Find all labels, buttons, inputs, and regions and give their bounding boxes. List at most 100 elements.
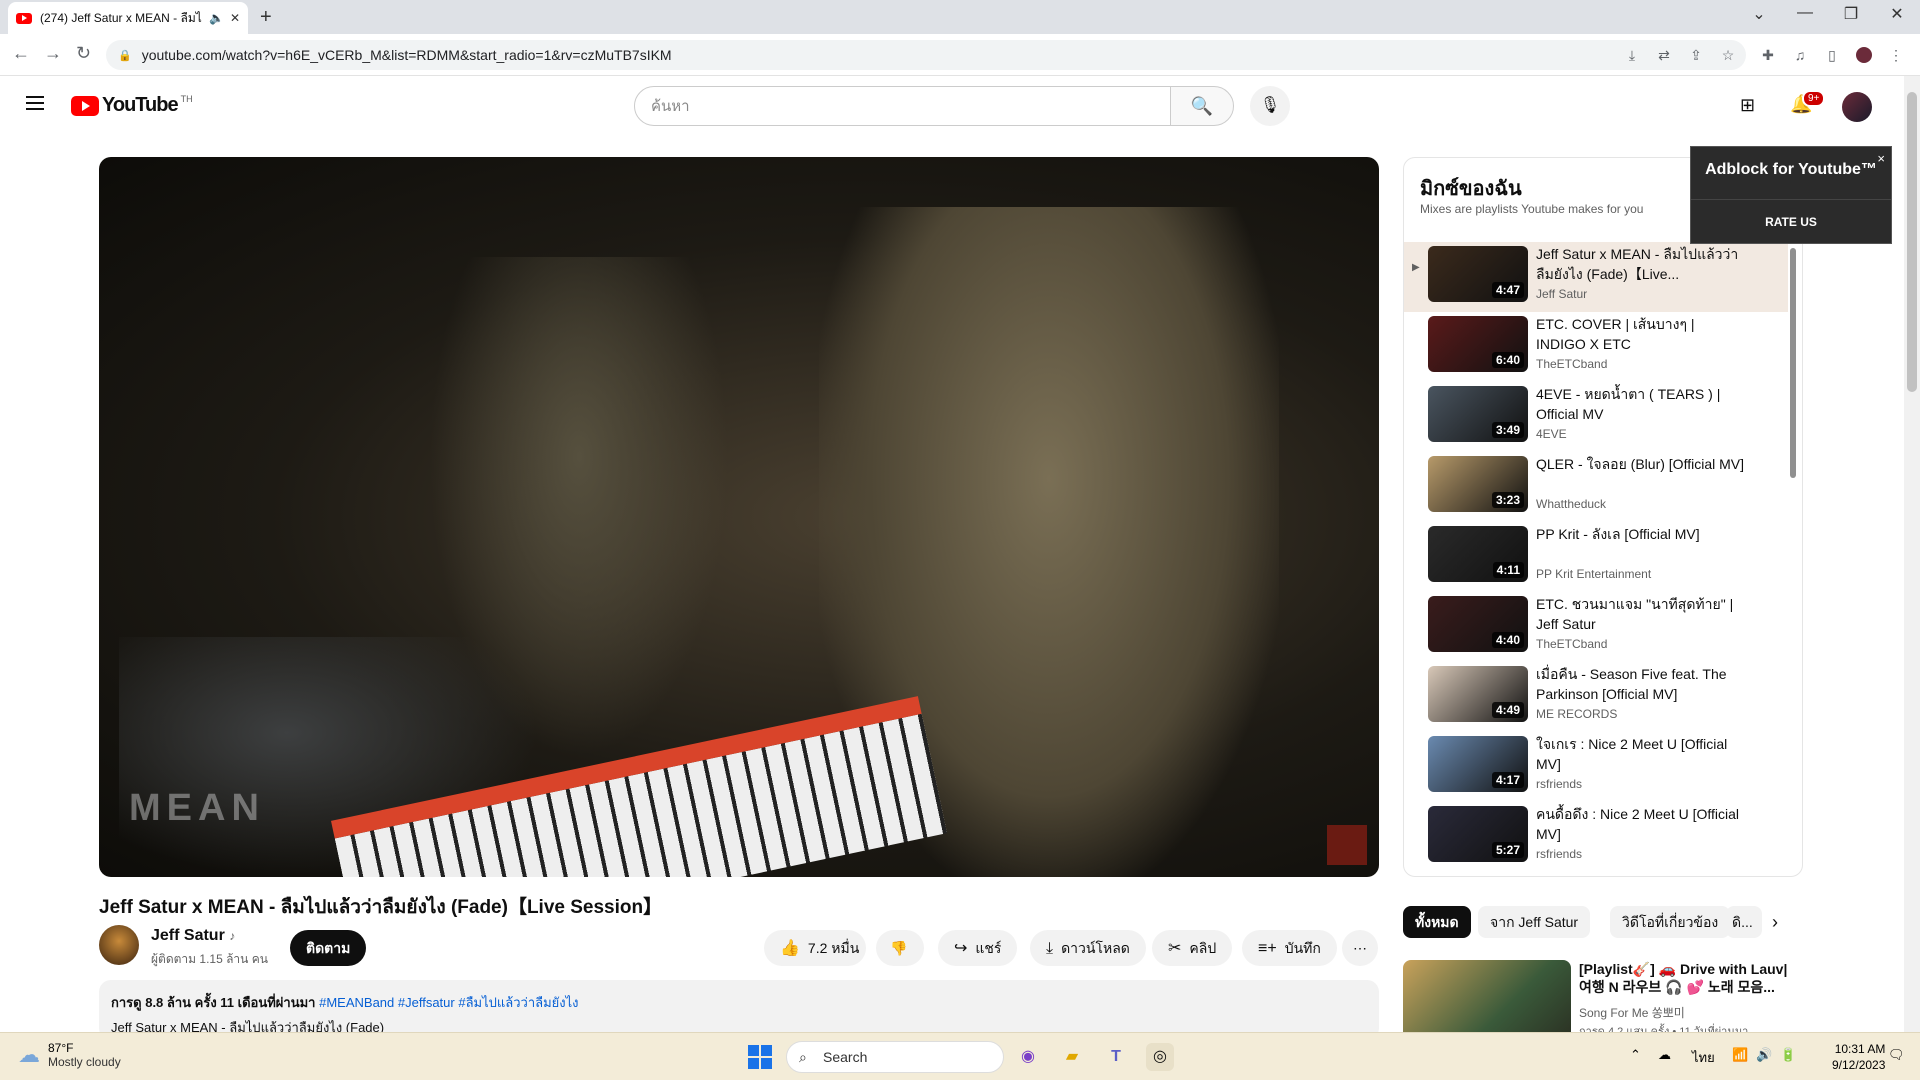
page-scrollbar[interactable] [1904,76,1920,1032]
chip-more[interactable]: ดิ... [1726,906,1762,938]
wifi-icon[interactable]: 📶 [1732,1047,1748,1063]
download-button[interactable]: ⤓ ดาวน์โหลด [1030,930,1146,966]
new-tab-button[interactable]: + [260,6,272,29]
channel-name-text: Jeff Satur [151,927,225,944]
notification-center-icon[interactable]: 🗨 [1888,1047,1905,1063]
address-bar[interactable]: 🔒 youtube.com/watch?v=h6E_vCERb_M&list=R… [106,40,1746,70]
weather-widget[interactable]: ☁ 87°F Mostly cloudy [18,1041,121,1069]
chip-from-channel[interactable]: จาก Jeff Satur [1478,906,1591,938]
copilot-app-icon[interactable]: ◉ [1014,1043,1042,1071]
playlist-item[interactable]: 5:27 คนดื้อดึง : Nice 2 Meet U [Official … [1404,802,1788,872]
hashtags[interactable]: #MEANBand #Jeffsatur #ลืมไปแล้วว่าลืมยัง… [319,995,578,1010]
taskbar-search[interactable]: ⌕ Search [786,1041,1004,1073]
subscriber-count: ผู้ติดตาม 1.15 ล้าน คน [151,952,268,966]
file-explorer-icon[interactable]: ▰ [1058,1043,1086,1071]
browser-tab[interactable]: (274) Jeff Satur x MEAN - ลืมไ 🔈 ✕ [8,2,248,34]
clip-button[interactable]: ✂ คลิป [1152,930,1233,966]
channel-watermark-icon[interactable] [1327,825,1367,865]
subscribe-button[interactable]: ติดตาม [290,930,367,966]
playlist-thumbnail[interactable]: 5:27 [1428,806,1528,862]
back-icon[interactable]: ← [12,43,30,64]
cloud-icon: ☁ [18,1042,40,1067]
more-actions-button[interactable]: ⋯ [1342,930,1378,966]
playlist-item[interactable]: ▶ 4:47 Jeff Satur x MEAN - ลืมไปแล้วว่าลืม… [1404,242,1788,312]
playlist-item[interactable]: 3:49 4EVE - หยดน้ำตา ( TEARS ) | Official… [1404,382,1788,452]
windows-start-icon[interactable] [748,1045,772,1069]
minimize-button[interactable]: — [1790,4,1820,22]
input-language[interactable]: ไทย [1692,1047,1715,1068]
teams-icon[interactable]: T [1102,1043,1130,1071]
share-page-icon[interactable]: ⇪ [1688,47,1704,63]
scrollbar-thumb[interactable] [1907,92,1917,392]
recommended-title[interactable]: [Playlist🎸] 🚗 Drive with Lauv| 여행 N 라우브 … [1579,960,1799,996]
side-panel-icon[interactable]: ▯ [1824,47,1840,63]
clip-label: คลิป [1189,940,1217,956]
description-box[interactable]: การดู 8.8 ล้าน ครั้ง 11 เดือนที่ผ่านมา #… [99,980,1379,1040]
extensions-icon[interactable]: ✚ [1760,47,1776,63]
video-player[interactable]: MEAN [99,157,1379,877]
translate-icon[interactable]: ⇄ [1656,47,1672,63]
search-icon: ⌕ [799,1049,807,1065]
share-button[interactable]: ↪ แชร์ [938,930,1018,966]
rate-us-button[interactable]: RATE US [1691,215,1891,229]
tab-search-icon[interactable]: ⌄ [1744,4,1774,24]
mix-playlist-panel: มิกซ์ของฉัน Mixes are playlists Youtube … [1403,157,1803,877]
youtube-logo[interactable]: YouTube TH [71,94,193,117]
create-video-icon[interactable]: ⊞ [1740,95,1755,116]
onedrive-icon[interactable]: ☁ [1658,1047,1671,1063]
search-button[interactable]: 🔍 [1170,86,1234,126]
search-input[interactable]: ค้นหา [634,86,1171,126]
duration-badge: 3:49 [1491,422,1524,438]
playlist-item[interactable]: Jeff Satur - ลืมไปแล้วว่าลืมยังไง [1404,872,1788,877]
playlist-item[interactable]: 4:40 ETC. ชวนมาแจม "นาทีสุดท้าย" | Jeff S… [1404,592,1788,662]
playlist-thumbnail[interactable]: 6:40 [1428,316,1528,372]
playlist-thumbnail[interactable] [1428,876,1528,877]
playlist-item-channel: rsfriends [1536,777,1583,791]
playlist-thumbnail[interactable]: 4:49 [1428,666,1528,722]
playlist-item[interactable]: 4:11 PP Krit - ลังเล [Official MV] PP Krit… [1404,522,1788,592]
channel-name[interactable]: Jeff Satur ♪ [151,927,235,945]
profile-avatar[interactable] [1856,47,1872,63]
dislike-button[interactable]: 👎 [876,930,924,966]
reload-icon[interactable]: ↻ [76,43,91,64]
lock-icon[interactable]: 🔒 [118,49,132,62]
volume-icon[interactable]: 🔊 [1756,1047,1772,1063]
chrome-icon[interactable]: ◎ [1146,1043,1174,1071]
chip-all[interactable]: ทั้งหมด [1403,906,1471,938]
menu-dots-icon[interactable]: ⋮ [1888,47,1904,63]
adblock-close-icon[interactable]: × [1877,151,1885,166]
chip-related[interactable]: วิดีโอที่เกี่ยวข้อง [1610,906,1731,938]
playlist-thumbnail[interactable]: 4:40 [1428,596,1528,652]
forward-icon[interactable]: → [44,43,62,64]
channel-avatar[interactable] [99,925,139,965]
playlist-thumbnail[interactable]: 4:47 [1428,246,1528,302]
system-clock[interactable]: 10:31 AM 9/12/2023 [1832,1041,1885,1073]
playlist-item[interactable]: 4:49 เมื่อคืน - Season Five feat. The Par… [1404,662,1788,732]
speaker-icon[interactable]: 🔈 [209,11,224,25]
playlist-item[interactable]: 3:23 QLER - ใจลอย (Blur) [Official MV] Wha… [1404,452,1788,522]
close-window-button[interactable]: ✕ [1882,4,1912,24]
voice-search-icon[interactable]: 🎙 [1250,86,1290,126]
chevron-right-icon[interactable]: › [1772,912,1778,933]
playlist-scrollbar[interactable] [1790,248,1796,478]
account-avatar[interactable] [1842,92,1872,122]
hamburger-menu-icon[interactable] [26,96,44,110]
tray-chevron-icon[interactable]: ⌃ [1630,1047,1641,1063]
duration-badge: 4:49 [1491,702,1524,718]
like-button[interactable]: 👍 7.2 หมื่น [764,930,866,966]
playlist-item[interactable]: 6:40 ETC. COVER | เส้นบางๆ | INDIGO X ETC… [1404,312,1788,382]
restore-button[interactable]: ❐ [1836,4,1866,24]
media-control-icon[interactable]: ♫ [1792,47,1808,63]
playlist-thumbnail[interactable]: 3:49 [1428,386,1528,442]
bookmark-star-icon[interactable]: ☆ [1720,47,1736,63]
playlist-item[interactable]: 4:17 ใจเกเร : Nice 2 Meet U [Official MV]… [1404,732,1788,802]
recommended-channel[interactable]: Song For Me 쏭뽀미 [1579,1004,1685,1021]
save-button[interactable]: ≡+ บันทึก [1242,930,1337,966]
playlist-thumbnail[interactable]: 4:11 [1428,526,1528,582]
playlist-thumbnail[interactable]: 4:17 [1428,736,1528,792]
install-icon[interactable]: ⤓ [1624,47,1640,63]
clock-time: 10:31 AM [1834,1042,1886,1056]
close-tab-icon[interactable]: ✕ [230,11,240,25]
playlist-thumbnail[interactable]: 3:23 [1428,456,1528,512]
battery-icon[interactable]: 🔋 [1780,1047,1796,1063]
